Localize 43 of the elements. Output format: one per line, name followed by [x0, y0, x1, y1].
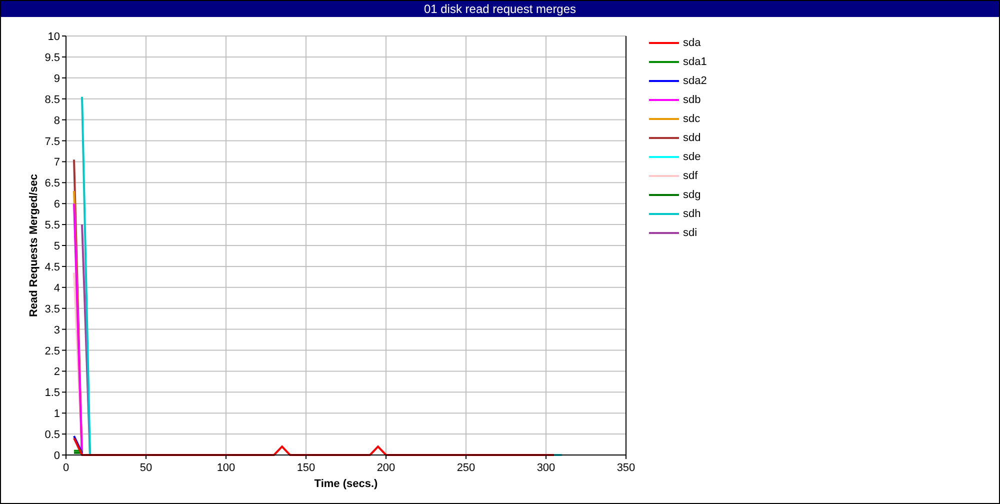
legend-label: sda [683, 36, 701, 48]
tick-label: 4 [54, 282, 60, 294]
tick-label: 2 [54, 366, 60, 378]
tick-label: 5.5 [44, 220, 60, 232]
axis-title: Read Requests Merged/sec [28, 174, 40, 318]
tick-label: 3 [54, 324, 60, 336]
legend-label: sda2 [683, 74, 707, 86]
axis-title: Time (secs.) [314, 478, 378, 490]
legend-label: sda1 [683, 56, 707, 68]
legend-label: sdi [683, 226, 698, 238]
tick-label: 50 [140, 462, 152, 474]
tick-label: 8 [54, 114, 60, 127]
legend-label: sdc [683, 112, 700, 124]
tick-label: 1 [54, 408, 60, 420]
tick-label: 0 [62, 462, 70, 474]
legend-label: sdb [683, 94, 701, 106]
legend-label: sdg [683, 188, 701, 200]
tick-label: 7 [54, 156, 60, 169]
tick-label: 0 [54, 450, 60, 462]
tick-label: 200 [376, 462, 396, 474]
tick-label: 5 [54, 240, 60, 252]
tick-label: 1.5 [44, 387, 60, 400]
tick-label: 3.5 [44, 303, 60, 316]
tick-label: 7.5 [44, 136, 60, 148]
tick-label: 300 [536, 462, 556, 474]
tick-label: 2.5 [44, 345, 60, 358]
tick-label: 9.5 [44, 52, 60, 64]
tick-label: 0.5 [44, 429, 60, 442]
legend-label: sdh [683, 208, 701, 220]
legend-label: sde [683, 150, 701, 162]
tick-label: 8.5 [44, 94, 60, 106]
tick-label: 350 [616, 462, 636, 474]
tick-label: 250 [456, 462, 476, 474]
tick-label: 6 [54, 198, 60, 211]
legend-label: sdd [683, 132, 701, 144]
tick-label: 6.5 [44, 178, 60, 190]
tick-label: 9 [54, 72, 60, 85]
legend-label: sdf [683, 170, 698, 182]
tick-label: 100 [216, 462, 236, 474]
tick-label: 150 [296, 462, 316, 474]
tick-label: 10 [48, 31, 60, 43]
chart-title: 01 disk read request merges [1, 1, 999, 17]
tick-label: 4.5 [44, 261, 60, 274]
